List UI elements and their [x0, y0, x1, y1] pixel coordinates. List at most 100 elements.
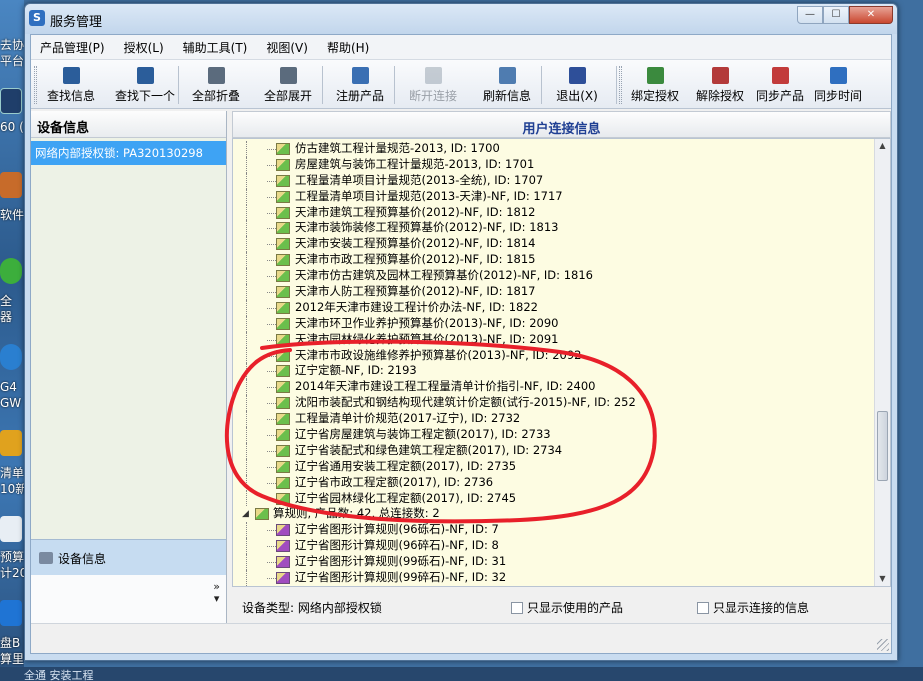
desktop-icon-label: 平台: [0, 54, 24, 68]
tree-product-node[interactable]: 工程量清单项目计量规范(2013-天津)-NF, ID: 1717: [233, 188, 874, 205]
tree-product-node[interactable]: 辽宁省图形计算规则(99砾石)-NF, ID: 31: [233, 554, 874, 571]
tree-product-node[interactable]: 工程量清单计价规范(2017-辽宁), ID: 2732: [233, 411, 874, 428]
toolbar-separator: [322, 66, 323, 104]
device-list-item[interactable]: 网络内部授权锁: PA320130298: [31, 141, 226, 165]
toolbar-button-collapse-all[interactable]: 全部折叠: [183, 63, 249, 107]
refresh-icon: [498, 67, 516, 84]
tree-product-node[interactable]: 辽宁定额-NF, ID: 2193: [233, 363, 874, 380]
product-package-icon: [276, 397, 290, 410]
product-package-icon: [276, 301, 290, 314]
toolbar-button-label: 查找下一个: [114, 89, 175, 103]
window-client-area: 产品管理(P) 授权(L) 辅助工具(T) 视图(V) 帮助(H) 查找信息 查找…: [30, 34, 892, 654]
minimize-button[interactable]: —: [797, 6, 823, 24]
tree-product-node[interactable]: 辽宁省通用安装工程定额(2017), ID: 2735: [233, 458, 874, 475]
menu-help[interactable]: 帮助(H): [324, 37, 372, 58]
tree-product-node[interactable]: 天津市园林绿化养护预算基价(2013)-NF, ID: 2091: [233, 331, 874, 348]
tree-product-node[interactable]: 天津市市政工程预算基价(2012)-NF, ID: 1815: [233, 252, 874, 269]
tree-product-node[interactable]: 天津市仿古建筑及园林工程预算基价(2012)-NF, ID: 1816: [233, 268, 874, 285]
toolbar-button-refresh[interactable]: 刷新信息: [473, 63, 541, 107]
desktop-app-icon[interactable]: [0, 88, 22, 114]
product-package-icon: [276, 381, 290, 394]
toolbar-button-register-product[interactable]: 注册产品: [327, 63, 393, 107]
desktop-bottom-strip: 全通 安装工程: [0, 667, 923, 681]
toolbar-grip[interactable]: [619, 66, 622, 104]
checkbox-box[interactable]: [511, 602, 523, 614]
toolbar-button-unbind-license[interactable]: 解除授权: [691, 63, 749, 107]
tree-product-node[interactable]: 辽宁省图形计算规则(99碎石)-NF, ID: 32: [233, 570, 874, 586]
desktop-app-icon[interactable]: [0, 600, 22, 626]
desktop-app-icon[interactable]: [0, 430, 22, 456]
tree-node-label: 辽宁省装配式和绿色建筑工程定额(2017), ID: 2734: [295, 442, 563, 457]
scroll-down-icon[interactable]: ▼: [875, 572, 890, 586]
toolbar-button-bind-license[interactable]: 绑定授权: [623, 63, 687, 107]
title-bar[interactable]: S 服务管理 — ☐ ✕: [25, 4, 897, 34]
maximize-button[interactable]: ☐: [823, 6, 849, 24]
tree-node-label: 辽宁省图形计算规则(99碎石)-NF, ID: 32: [295, 570, 507, 585]
scroll-thumb[interactable]: [877, 411, 888, 481]
tree-scrollbar[interactable]: ▲ ▼: [874, 139, 890, 586]
tree-product-node[interactable]: 天津市安装工程预算基价(2012)-NF, ID: 1814: [233, 236, 874, 253]
unbind-license-icon: [711, 67, 729, 84]
tree-product-node[interactable]: 天津市环卫作业养护预算基价(2013)-NF, ID: 2090: [233, 315, 874, 332]
toolbar-button-binoculars[interactable]: 查找信息: [39, 63, 103, 107]
connection-panel-header: 用户连接信息: [232, 111, 891, 138]
device-panel-header: 设备信息: [31, 111, 226, 138]
desktop-app-icon[interactable]: [0, 344, 22, 370]
toolbar-grip[interactable]: [34, 66, 37, 104]
menu-tools[interactable]: 辅助工具(T): [180, 37, 251, 58]
toolbar-button-exit-door[interactable]: 退出(X): [547, 63, 607, 107]
tree-product-node[interactable]: 2014年天津市建设工程工程量清单计价指引-NF, ID: 2400: [233, 379, 874, 396]
resize-grip-icon[interactable]: [877, 639, 889, 651]
toolbar-button-label: 绑定授权: [630, 89, 679, 103]
tree-node-label: 2012年天津市建设工程计价办法-NF, ID: 1822: [295, 299, 538, 314]
tree-product-node[interactable]: 辽宁省装配式和绿色建筑工程定额(2017), ID: 2734: [233, 442, 874, 459]
menu-view[interactable]: 视图(V): [263, 37, 311, 58]
nav-pane-options-icon[interactable]: » ▾: [213, 581, 220, 605]
tree-product-node[interactable]: 天津市装饰装修工程预算基价(2012)-NF, ID: 1813: [233, 220, 874, 237]
bind-license-icon: [646, 67, 664, 84]
menu-license[interactable]: 授权(L): [121, 37, 167, 58]
tree-product-node[interactable]: 工程量清单项目计量规范(2013-全统), ID: 1707: [233, 172, 874, 189]
connection-tree[interactable]: 仿古建筑工程计量规范-2013, ID: 1700 房屋建筑与装饰工程计量规范-2…: [232, 138, 891, 587]
tree-product-node[interactable]: 辽宁省园林绿化工程定额(2017), ID: 2745: [233, 490, 874, 507]
tree-node-label: 天津市仿古建筑及园林工程预算基价(2012)-NF, ID: 1816: [295, 268, 593, 283]
product-package-icon: [276, 524, 290, 537]
tree-node-label: 辽宁省图形计算规则(99砾石)-NF, ID: 31: [295, 554, 507, 569]
tree-product-node[interactable]: 辽宁省图形计算规则(96碎石)-NF, ID: 8: [233, 538, 874, 555]
toolbar-button-label: 全部折叠: [191, 89, 240, 103]
toolbar-button-binoculars-next[interactable]: 查找下一个: [109, 63, 181, 107]
toolbar-button-sync-product[interactable]: 同步产品: [751, 63, 809, 107]
toolbar-button-expand-all[interactable]: 全部展开: [255, 63, 321, 107]
tree-product-node[interactable]: 辽宁省房屋建筑与装饰工程定额(2017), ID: 2733: [233, 427, 874, 443]
tree-product-node[interactable]: 房屋建筑与装饰工程计量规范-2013, ID: 1701: [233, 156, 874, 173]
tree-product-node[interactable]: 辽宁省市政工程定额(2017), ID: 2736: [233, 474, 874, 491]
expand-toggle-icon[interactable]: ◢: [242, 510, 249, 519]
desktop-app-icon[interactable]: [0, 172, 22, 198]
checkbox-box[interactable]: [697, 602, 709, 614]
menu-product-management[interactable]: 产品管理(P): [37, 37, 108, 58]
show-connected-info-checkbox[interactable]: 只显示连接的信息: [697, 599, 809, 616]
tree-product-node[interactable]: 天津市人防工程预算基价(2012)-NF, ID: 1817: [233, 284, 874, 300]
close-button[interactable]: ✕: [849, 6, 893, 24]
tree-group-node[interactable]: ◢ 算规则, 产品数: 42, 总连接数: 2: [233, 506, 874, 522]
scroll-up-icon[interactable]: ▲: [875, 139, 890, 153]
desktop-app-icon[interactable]: [0, 258, 22, 284]
tree-product-node[interactable]: 沈阳市装配式和钢结构现代建筑计价定额(试行-2015)-NF, ID: 252: [233, 395, 874, 412]
tree-node-label: 天津市安装工程预算基价(2012)-NF, ID: 1814: [295, 236, 536, 251]
tree-product-node[interactable]: 天津市市政设施维修养护预算基价(2013)-NF, ID: 2092: [233, 347, 874, 364]
desktop-icon-label: 清单: [0, 466, 24, 480]
toolbar-button-sync-time[interactable]: 同步时间: [809, 63, 867, 107]
toolbar-button-disconnect[interactable]: 断开连接: [399, 63, 467, 107]
product-package-icon: [276, 476, 290, 489]
show-used-products-checkbox[interactable]: 只显示使用的产品: [511, 599, 623, 616]
device-info-nav[interactable]: 设备信息: [31, 539, 226, 575]
tree-product-node[interactable]: 天津市建筑工程预算基价(2012)-NF, ID: 1812: [233, 204, 874, 221]
desktop-icon-label: GW: [0, 396, 22, 410]
toolbar-button-label: 解除授权: [695, 89, 744, 103]
desktop-app-icon[interactable]: [0, 516, 22, 542]
tree-node-label: 辽宁省图形计算规则(96碎石)-NF, ID: 8: [295, 538, 499, 553]
app-window: S 服务管理 — ☐ ✕ 产品管理(P) 授权(L) 辅助工具(T) 视图(V)…: [24, 3, 898, 661]
tree-product-node[interactable]: 2012年天津市建设工程计价办法-NF, ID: 1822: [233, 299, 874, 316]
tree-product-node[interactable]: 辽宁省图形计算规则(96砾石)-NF, ID: 7: [233, 522, 874, 539]
tree-product-node[interactable]: 仿古建筑工程计量规范-2013, ID: 1700: [233, 141, 874, 157]
